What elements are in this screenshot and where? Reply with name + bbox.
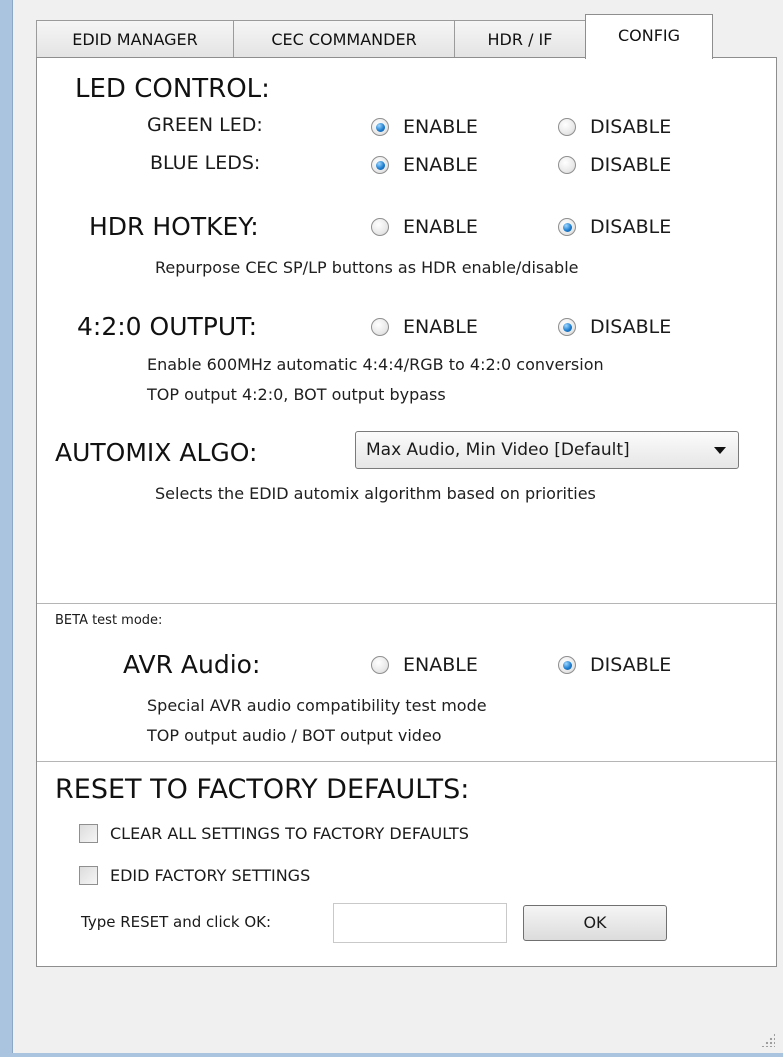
automix-description: Selects the EDID automix algorithm based… xyxy=(155,484,596,503)
radio-unselected-icon xyxy=(558,118,576,136)
hdr-hotkey-disable-radio[interactable]: DISABLE xyxy=(558,216,671,238)
avr-audio-enable-radio[interactable]: ENABLE xyxy=(371,654,478,676)
tab-cec-commander[interactable]: CEC COMMANDER xyxy=(233,20,455,58)
ok-button[interactable]: OK xyxy=(523,905,667,941)
hdr-hotkey-enable-radio[interactable]: ENABLE xyxy=(371,216,478,238)
checkbox-icon xyxy=(79,824,98,843)
avr-audio-heading: AVR Audio: xyxy=(123,650,261,679)
blue-leds-label: BLUE LEDS: xyxy=(150,152,261,174)
reset-prompt-label: Type RESET and click OK: xyxy=(81,913,272,931)
avr-audio-disable-radio[interactable]: DISABLE xyxy=(558,654,671,676)
beta-test-mode-label: BETA test mode: xyxy=(55,613,163,628)
hdr-hotkey-heading: HDR HOTKEY: xyxy=(89,212,259,241)
green-led-label: GREEN LED: xyxy=(147,114,263,136)
radio-selected-icon xyxy=(371,156,389,174)
automix-selected-value: Max Audio, Min Video [Default] xyxy=(366,440,630,460)
reset-confirm-input[interactable] xyxy=(333,903,507,943)
radio-label: ENABLE xyxy=(403,116,478,138)
green-led-disable-radio[interactable]: DISABLE xyxy=(558,116,671,138)
avr-audio-description-2: TOP output audio / BOT output video xyxy=(147,726,442,745)
output-420-heading: 4:2:0 OUTPUT: xyxy=(77,312,258,341)
radio-label: DISABLE xyxy=(590,216,672,238)
divider xyxy=(37,603,776,604)
checkbox-label: EDID FACTORY SETTINGS xyxy=(110,866,311,885)
resize-grip-icon[interactable] xyxy=(761,1033,775,1047)
tab-edid-manager[interactable]: EDID MANAGER xyxy=(36,20,234,58)
chevron-down-icon xyxy=(714,447,726,454)
window-border xyxy=(0,0,13,1057)
radio-label: ENABLE xyxy=(403,316,478,338)
checkbox-label: CLEAR ALL SETTINGS TO FACTORY DEFAULTS xyxy=(110,824,469,843)
radio-selected-icon xyxy=(558,318,576,336)
radio-selected-icon xyxy=(558,656,576,674)
green-led-enable-radio[interactable]: ENABLE xyxy=(371,116,478,138)
avr-audio-description-1: Special AVR audio compatibility test mod… xyxy=(147,696,487,715)
radio-label: DISABLE xyxy=(590,316,672,338)
radio-selected-icon xyxy=(558,218,576,236)
radio-unselected-icon xyxy=(371,656,389,674)
radio-unselected-icon xyxy=(558,156,576,174)
clear-all-settings-checkbox[interactable]: CLEAR ALL SETTINGS TO FACTORY DEFAULTS xyxy=(79,824,469,843)
output-420-disable-radio[interactable]: DISABLE xyxy=(558,316,671,338)
output-420-description-2: TOP output 4:2:0, BOT output bypass xyxy=(147,385,446,404)
radio-unselected-icon xyxy=(371,218,389,236)
tab-config[interactable]: CONFIG xyxy=(585,14,713,59)
radio-selected-icon xyxy=(371,118,389,136)
radio-label: DISABLE xyxy=(590,654,672,676)
automix-heading: AUTOMIX ALGO: xyxy=(55,438,258,467)
radio-label: ENABLE xyxy=(403,154,478,176)
reset-heading: RESET TO FACTORY DEFAULTS: xyxy=(55,774,470,805)
divider xyxy=(37,761,776,762)
hdr-hotkey-description: Repurpose CEC SP/LP buttons as HDR enabl… xyxy=(155,258,579,277)
output-420-description-1: Enable 600MHz automatic 4:4:4/RGB to 4:2… xyxy=(147,355,604,374)
checkbox-icon xyxy=(79,866,98,885)
led-control-heading: LED CONTROL: xyxy=(75,74,270,104)
radio-label: ENABLE xyxy=(403,216,478,238)
edid-factory-settings-checkbox[interactable]: EDID FACTORY SETTINGS xyxy=(79,866,310,885)
blue-leds-enable-radio[interactable]: ENABLE xyxy=(371,154,478,176)
radio-label: ENABLE xyxy=(403,654,478,676)
config-panel: LED CONTROL: GREEN LED: ENABLE DISABLE B… xyxy=(36,57,777,967)
radio-unselected-icon xyxy=(371,318,389,336)
output-420-enable-radio[interactable]: ENABLE xyxy=(371,316,478,338)
blue-leds-disable-radio[interactable]: DISABLE xyxy=(558,154,671,176)
window-bottom-border xyxy=(0,1053,783,1057)
radio-label: DISABLE xyxy=(590,154,672,176)
radio-label: DISABLE xyxy=(590,116,672,138)
automix-algo-dropdown[interactable]: Max Audio, Min Video [Default] xyxy=(355,431,739,469)
tab-hdr-if[interactable]: HDR / IF xyxy=(454,20,586,58)
